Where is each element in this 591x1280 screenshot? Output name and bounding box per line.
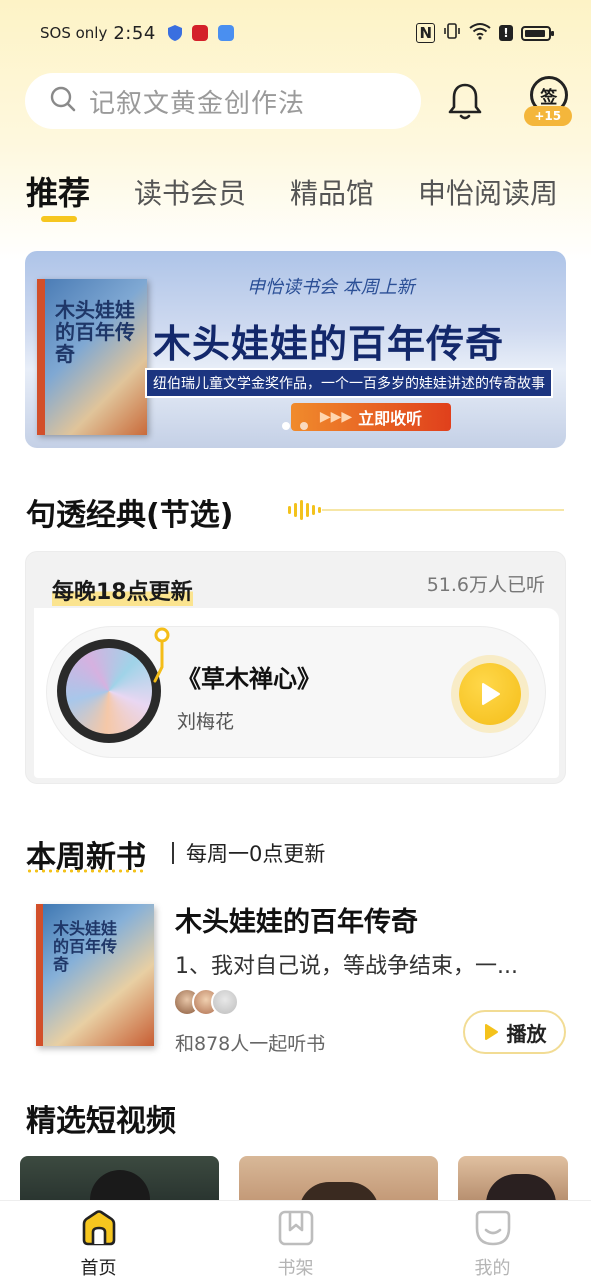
home-icon (78, 1207, 120, 1248)
book-description: 1、我对自己说，等战争结束，一... (175, 954, 518, 979)
triple-arrow-icon: ▶▶▶ (319, 409, 353, 425)
search-placeholder: 记叙文黄金创作法 (89, 88, 306, 119)
notification-bell-icon[interactable] (445, 77, 483, 125)
nav-bookshelf[interactable]: 书架 (197, 1201, 394, 1280)
audio-player[interactable]: 《草木禅心》 刘梅花 (46, 626, 546, 758)
book-play-label: 播放 (506, 1021, 547, 1046)
videos-section-title: 精选短视频 (26, 1104, 176, 1139)
carrier-text: SOS only (40, 24, 108, 42)
audio-wave-icon (288, 500, 321, 520)
listener-avatars (173, 988, 239, 1016)
video-thumbnail[interactable] (458, 1156, 568, 1200)
search-icon (49, 85, 77, 117)
active-tab-indicator (41, 216, 77, 222)
play-icon (482, 683, 500, 705)
classic-card-body: 《草木禅心》 刘梅花 (34, 608, 559, 778)
tonearm-icon (153, 627, 170, 683)
tab-label: 推荐 (26, 174, 91, 212)
book-cover-text: 木头娃娃的百年传奇 (53, 919, 118, 974)
classic-section-title: 句透经典(节选) (26, 498, 234, 533)
nfc-icon: N (416, 23, 435, 43)
promo-banner[interactable]: 木头娃娃的百年传奇 申怡读书会 本周上新 木头娃娃的百年传奇 纽伯瑞儿童文学金奖… (25, 251, 566, 448)
banner-dot[interactable] (300, 422, 308, 430)
nav-home-label: 首页 (80, 1258, 117, 1279)
banner-title: 木头娃娃的百年传奇 (153, 322, 505, 366)
play-icon (484, 1024, 498, 1040)
clock: 2:54 (113, 22, 156, 44)
vibrate-icon (443, 22, 461, 44)
banner-subtitle: 纽伯瑞儿童文学金奖作品，一个一百多岁的娃娃讲述的传奇故事 (145, 368, 553, 398)
bottom-navigation: 首页 书架 我的 (0, 1200, 591, 1280)
avatar (211, 988, 239, 1016)
banner-top-text: 申怡读书会 本周上新 (247, 277, 415, 298)
tab-recommend[interactable]: 推荐 (26, 168, 90, 228)
video-thumbnail[interactable] (20, 1156, 219, 1200)
sign-in-button[interactable]: 签 +15 (523, 72, 572, 130)
audio-book-author: 刘梅花 (177, 711, 235, 733)
nav-home[interactable]: 首页 (0, 1201, 197, 1280)
listener-count: 51.6万人已听 (426, 574, 545, 596)
tab-reading-week[interactable]: 申怡阅读周 (418, 168, 558, 228)
video-thumbnail[interactable] (239, 1156, 438, 1200)
sign-in-points-badge: +15 (523, 106, 572, 126)
bookshelf-icon (275, 1207, 317, 1248)
new-books-subtitle: 每周一0点更新 (186, 842, 326, 866)
nav-profile[interactable]: 我的 (394, 1201, 591, 1280)
nav-profile-label: 我的 (474, 1258, 511, 1279)
book-play-button[interactable]: 播放 (463, 1010, 566, 1054)
search-row: 记叙文黄金创作法 签 +15 (25, 72, 572, 130)
classic-card: 每晚18点更新 51.6万人已听 《草木禅心》 刘梅花 (25, 551, 566, 784)
book-cover[interactable]: 木头娃娃的百年传奇 (36, 904, 154, 1046)
red-app-icon (191, 25, 208, 41)
play-button[interactable] (459, 663, 521, 725)
section-divider (322, 509, 564, 511)
search-input[interactable]: 记叙文黄金创作法 (25, 73, 422, 129)
heading-decoration (26, 869, 146, 873)
banner-pagination (282, 422, 308, 430)
audio-book-title: 《草木禅心》 (177, 665, 321, 693)
book-title[interactable]: 木头娃娃的百年传奇 (175, 900, 418, 939)
banner-book-cover: 木头娃娃的百年传奇 (37, 279, 147, 435)
classic-tab: 每晚18点更新 (26, 552, 236, 610)
banner-cta-button[interactable]: ▶▶▶ 立即收听 (291, 403, 451, 431)
wifi-icon (469, 22, 491, 44)
tab-boutique[interactable]: 精品馆 (290, 168, 374, 228)
banner-cta-label: 立即收听 (358, 409, 423, 428)
tab-reading-member[interactable]: 读书会员 (134, 168, 246, 228)
book-listener-count: 和878人一起听书 (175, 1033, 326, 1055)
status-bar: SOS only 2:54 N ! (0, 0, 591, 66)
heading-separator (172, 842, 174, 864)
battery-icon (521, 25, 554, 41)
update-schedule-label: 每晚18点更新 (52, 574, 193, 606)
mail-app-icon (217, 25, 234, 41)
vinyl-disc-icon (57, 639, 161, 743)
alert-icon: ! (499, 25, 513, 41)
banner-book-cover-text: 木头娃娃的百年传奇 (55, 298, 135, 366)
album-art (66, 648, 152, 734)
category-tabs: 推荐 读书会员 精品馆 申怡阅读周 (26, 168, 558, 228)
banner-dot-active[interactable] (282, 422, 290, 430)
nav-bookshelf-label: 书架 (277, 1258, 314, 1279)
profile-icon (472, 1207, 514, 1248)
shield-icon (167, 25, 182, 41)
